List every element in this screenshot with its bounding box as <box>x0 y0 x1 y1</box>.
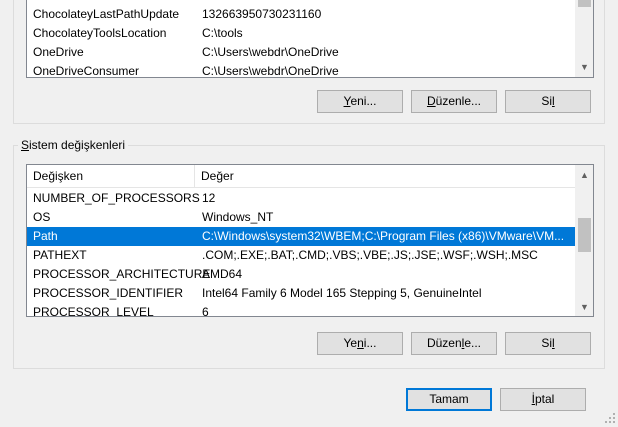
system-edit-button[interactable]: Düzenle... <box>411 332 497 355</box>
chevron-up-icon[interactable]: ▲ <box>576 167 593 184</box>
list-item-selected[interactable]: Path C:\Windows\system32\WBEM;C:\Program… <box>27 227 575 246</box>
variable-value: C:\Users\webdr\OneDrive <box>202 64 339 78</box>
variable-value: AMD64 <box>202 267 243 281</box>
variable-name: NUMBER_OF_PROCESSORS <box>33 191 200 205</box>
system-new-button[interactable]: Yeni... <box>317 332 403 355</box>
variable-value: C:\Users\webdr\OneDrive <box>202 45 339 59</box>
system-list-scrollbar[interactable]: ▲ ▼ <box>575 165 593 316</box>
variable-name: OS <box>33 210 51 224</box>
variable-name: PROCESSOR_IDENTIFIER <box>33 286 184 300</box>
list-item[interactable]: PATHEXT .COM;.EXE;.BAT;.CMD;.VBS;.VBE;.J… <box>27 246 575 265</box>
resize-grip-icon[interactable] <box>604 413 616 425</box>
system-variables-list[interactable]: Değişken Değer NUMBER_OF_PROCESSORS 12 O… <box>26 164 594 317</box>
column-header-variable[interactable]: Değişken <box>27 165 195 187</box>
cancel-button[interactable]: İptal <box>500 388 586 411</box>
list-item[interactable]: PROCESSOR_ARCHITECTURE AMD64 <box>27 265 575 284</box>
list-item[interactable]: OneDrive C:\Users\webdr\OneDrive <box>27 43 575 62</box>
variable-value: 132663950730231160 <box>202 7 322 21</box>
variable-value: 12 <box>202 191 216 205</box>
list-item[interactable]: NUMBER_OF_PROCESSORS 12 <box>27 189 575 208</box>
list-item[interactable]: ChocolateyLastPathUpdate 132663950730231… <box>27 5 575 24</box>
scrollbar-thumb[interactable] <box>578 0 591 7</box>
variable-value: C:\tools <box>202 26 243 40</box>
list-item[interactable]: ChocolateyToolsLocation C:\tools <box>27 24 575 43</box>
list-item[interactable]: OneDriveConsumer C:\Users\webdr\OneDrive <box>27 62 575 78</box>
system-delete-button[interactable]: Sil <box>505 332 591 355</box>
variable-value: 6 <box>202 305 209 317</box>
variable-name: ChocolateyToolsLocation <box>33 26 167 40</box>
column-header-value[interactable]: Değer <box>195 165 575 187</box>
variable-value: Windows_NT <box>202 210 274 224</box>
variable-value: Intel64 Family 6 Model 165 Stepping 5, G… <box>202 286 482 300</box>
chevron-down-icon[interactable]: ▼ <box>576 299 593 316</box>
scrollbar-thumb[interactable] <box>578 218 591 252</box>
list-item[interactable]: PROCESSOR_LEVEL 6 <box>27 303 575 317</box>
variable-value: .COM;.EXE;.BAT;.CMD;.VBS;.VBE;.JS;.JSE;.… <box>202 248 538 262</box>
variable-name: OneDriveConsumer <box>33 64 140 78</box>
user-edit-button[interactable]: Düzenle... <box>411 90 497 113</box>
variable-name: PROCESSOR_ARCHITECTURE <box>33 267 211 281</box>
variable-name: OneDrive <box>33 45 84 59</box>
variable-value: C:\Windows\system32\WBEM;C:\Program File… <box>202 229 565 243</box>
variable-name: ChocolateyLastPathUpdate <box>33 7 180 21</box>
variable-name: PATHEXT <box>33 248 87 262</box>
chevron-down-icon[interactable]: ▼ <box>576 59 593 76</box>
ok-button[interactable]: Tamam <box>406 388 492 411</box>
list-header: Değişken Değer <box>27 165 575 188</box>
system-variables-legend: Sistem değişkenleri <box>18 138 129 152</box>
user-delete-button[interactable]: Sil <box>505 90 591 113</box>
user-variables-list[interactable]: ChocolateyLastPathUpdate 132663950730231… <box>26 0 594 78</box>
variable-name: Path <box>33 229 58 243</box>
list-item[interactable]: PROCESSOR_IDENTIFIER Intel64 Family 6 Mo… <box>27 284 575 303</box>
user-new-button[interactable]: Yeni... <box>317 90 403 113</box>
variable-name: PROCESSOR_LEVEL <box>33 305 154 317</box>
list-item[interactable]: OS Windows_NT <box>27 208 575 227</box>
user-list-scrollbar[interactable]: ▼ <box>575 0 593 77</box>
